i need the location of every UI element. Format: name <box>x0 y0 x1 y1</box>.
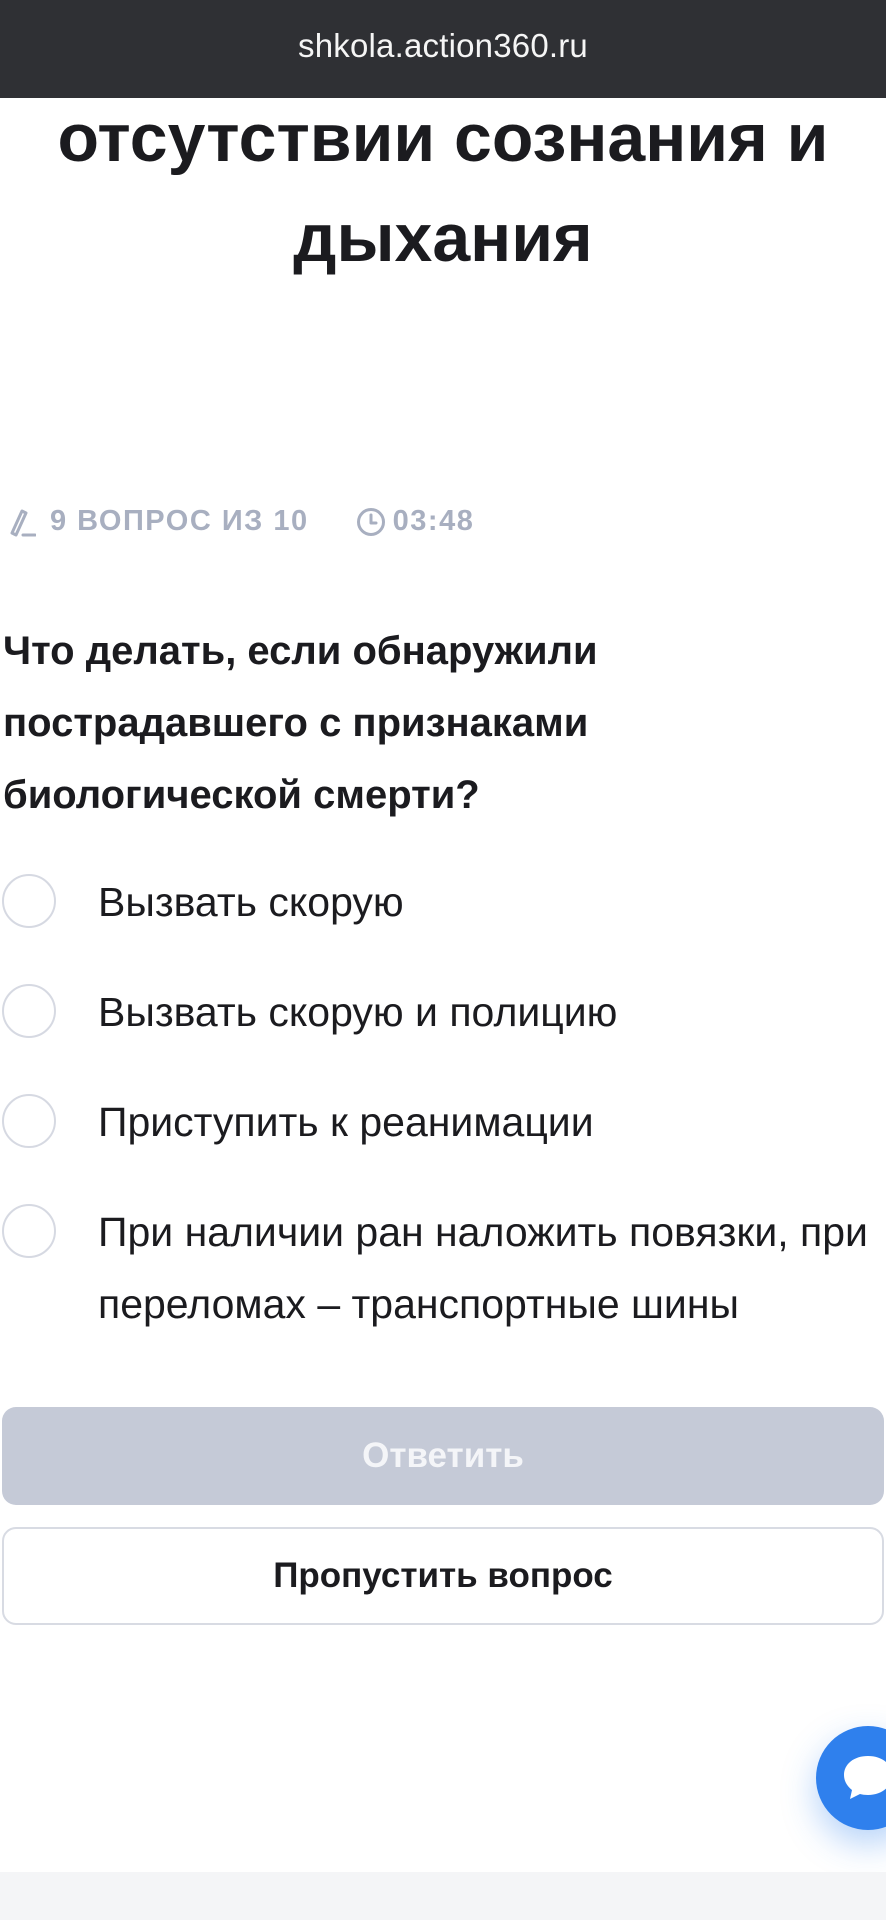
radio-button[interactable] <box>2 1094 56 1148</box>
course-title-line: дыхания <box>293 200 593 276</box>
radio-button[interactable] <box>2 984 56 1038</box>
question-meta: 9 ВОПРОС ИЗ 10 03:48 <box>8 505 474 538</box>
answer-option[interactable]: При наличии ран наложить повязки, при пе… <box>0 1196 886 1340</box>
chat-button[interactable] <box>816 1726 886 1830</box>
answer-option[interactable]: Приступить к реанимации <box>0 1086 886 1156</box>
answer-button[interactable]: Ответить <box>2 1407 884 1505</box>
question-text: Что делать, если обнаружили пострадавшег… <box>3 629 598 817</box>
bottom-strip <box>0 1872 886 1920</box>
answer-option[interactable]: Вызвать скорую <box>0 866 886 936</box>
answer-option-label: При наличии ран наложить повязки, при пе… <box>98 1209 868 1327</box>
radio-button[interactable] <box>2 1204 56 1258</box>
chat-bubble-icon <box>844 1756 886 1799</box>
clock-icon <box>356 507 385 536</box>
answer-option[interactable]: Вызвать скорую и полицию <box>0 976 886 1046</box>
answer-option-label: Приступить к реанимации <box>98 1099 594 1145</box>
answer-option-label: Вызвать скорую и полицию <box>98 989 618 1035</box>
course-title: отсутствии сознания и дыхания <box>0 88 886 288</box>
pencil-icon <box>10 509 36 536</box>
question-progress-text: 9 ВОПРОС ИЗ 10 <box>50 505 309 537</box>
skip-question-button[interactable]: Пропустить вопрос <box>2 1527 884 1625</box>
url-text: shkola.action360.ru <box>298 27 588 64</box>
question-timer: 03:48 <box>355 505 475 538</box>
question-progress: 9 ВОПРОС ИЗ 10 <box>8 505 309 538</box>
radio-button[interactable] <box>2 874 56 928</box>
course-title-line: отсутствии сознания и <box>57 100 829 176</box>
browser-url-bar[interactable]: shkola.action360.ru <box>0 0 886 98</box>
answer-option-label: Вызвать скорую <box>98 879 404 925</box>
quiz-page: shkola.action360.ru отсутствии сознания … <box>0 0 886 1920</box>
timer-text: 03:48 <box>392 505 475 537</box>
